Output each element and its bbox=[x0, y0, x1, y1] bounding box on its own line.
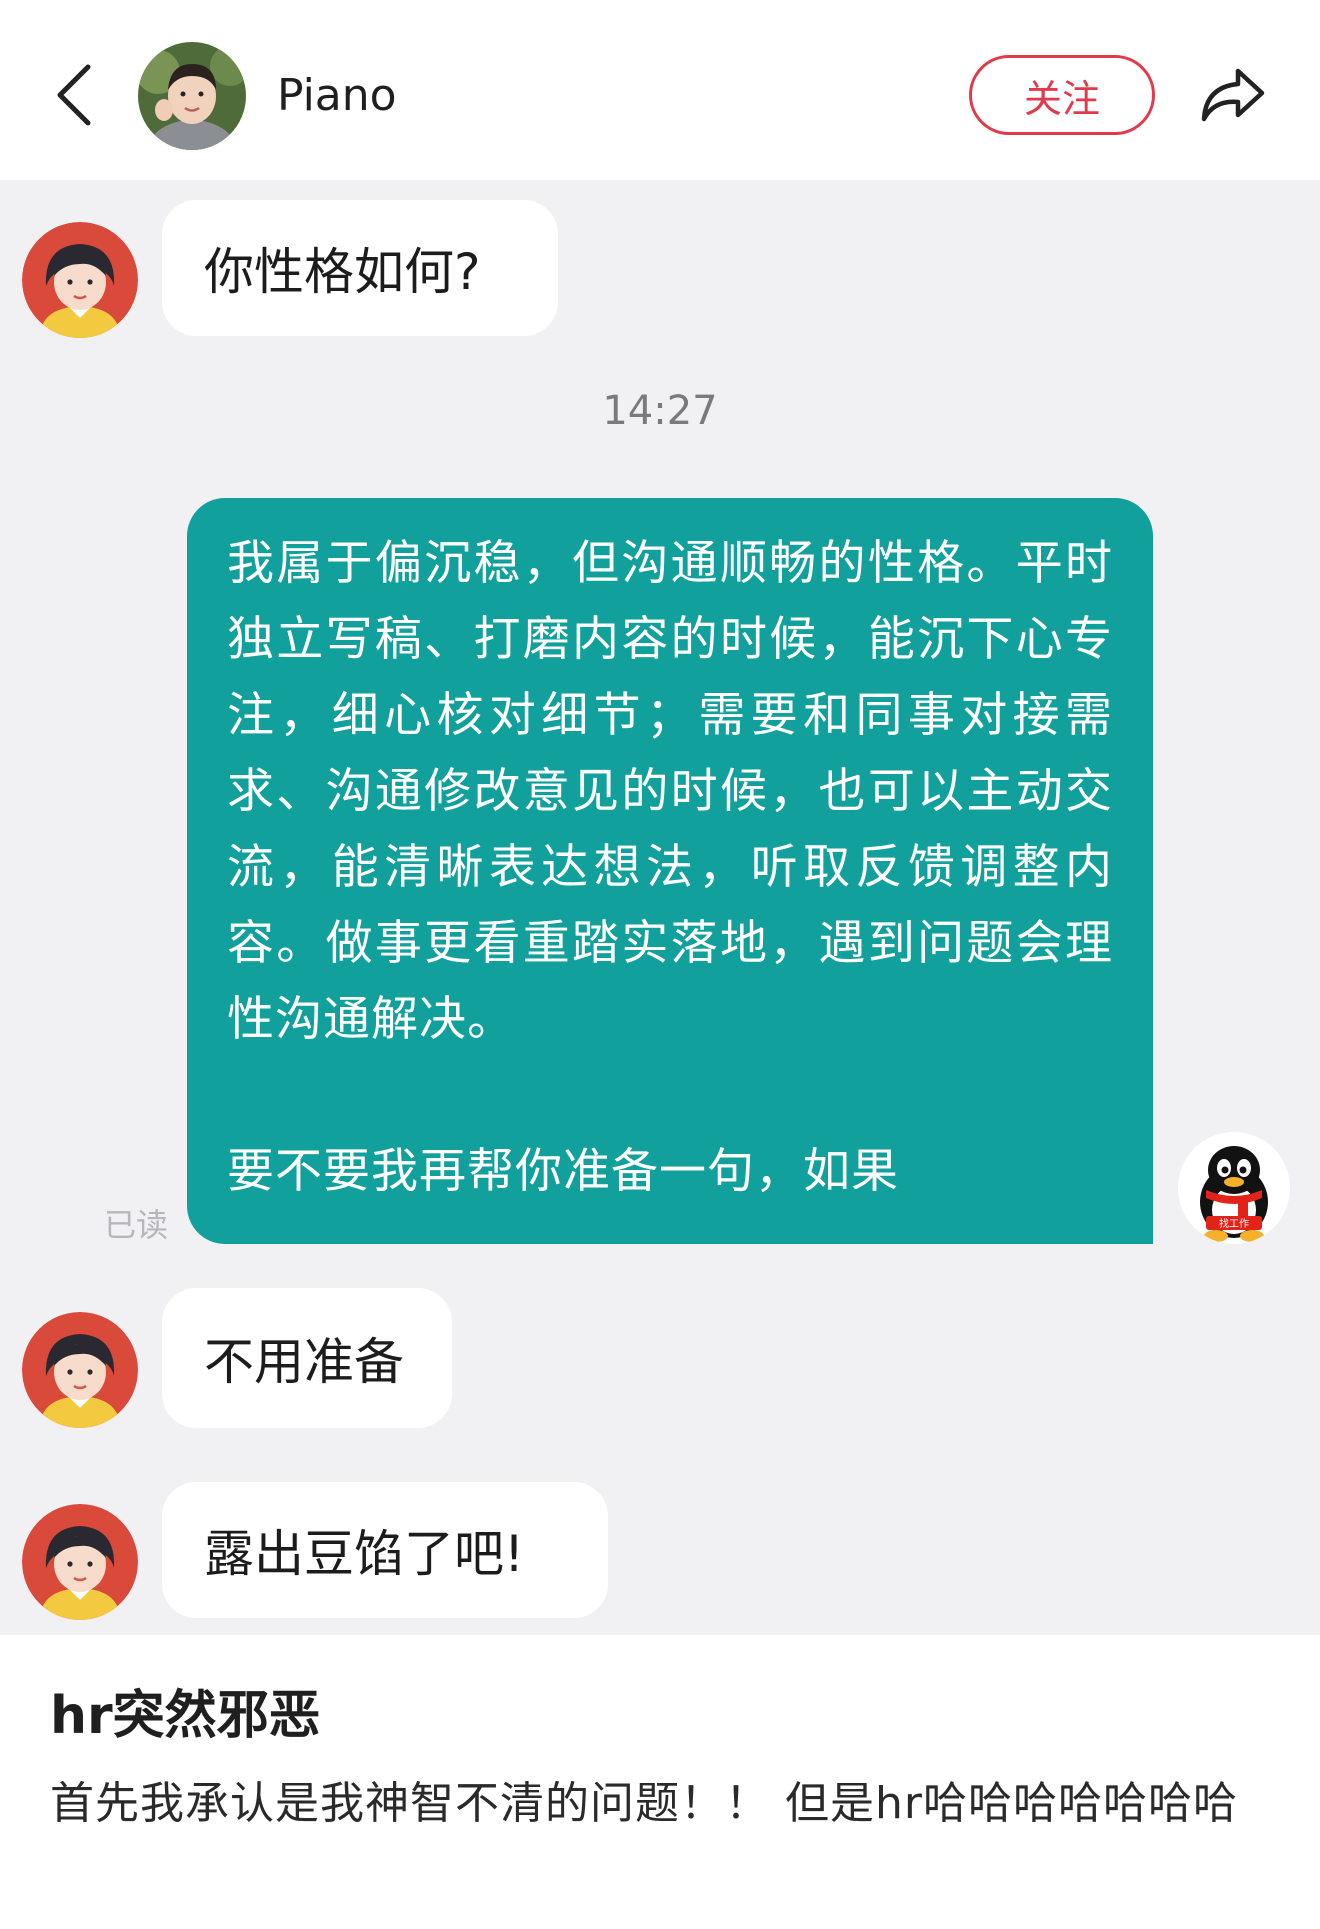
message-text: 露出豆馅了吧! bbox=[204, 1525, 525, 1583]
message-text: 你性格如何? bbox=[204, 243, 481, 301]
top-bar: Piano 关注 bbox=[0, 0, 1320, 180]
hr-avatar[interactable] bbox=[22, 222, 138, 338]
message-bubble-incoming[interactable]: 你性格如何? bbox=[162, 200, 558, 336]
avatar-badge-text: 找工作 bbox=[1219, 1217, 1249, 1230]
message-bubble-incoming[interactable]: 不用准备 bbox=[162, 1288, 452, 1428]
post-caption: hr突然邪恶 首先我承认是我神智不清的问题！！ 但是hr哈哈哈哈哈哈哈 bbox=[0, 1635, 1320, 1929]
post-body: 首先我承认是我神智不清的问题！！ 但是hr哈哈哈哈哈哈哈 bbox=[50, 1778, 1238, 1829]
back-button[interactable] bbox=[46, 60, 102, 130]
my-avatar[interactable]: 找工作 bbox=[1178, 1132, 1290, 1244]
profile-avatar[interactable] bbox=[138, 42, 246, 150]
hr-avatar[interactable] bbox=[22, 1312, 138, 1428]
chevron-left-icon bbox=[57, 64, 91, 126]
read-status: 已读 bbox=[104, 1206, 169, 1244]
chat-area[interactable]: 你性格如何? 14:27 我属于偏沉稳，但沟通顺畅的性格。平时独立写稿、打磨内容… bbox=[0, 180, 1320, 1635]
post-title: hr突然邪恶 bbox=[50, 1686, 321, 1746]
message-bubble-outgoing[interactable]: 我属于偏沉稳，但沟通顺畅的性格。平时独立写稿、打磨内容的时候，能沉下心专注，细心… bbox=[187, 498, 1153, 1244]
message-bubble-incoming[interactable]: 露出豆馅了吧! bbox=[162, 1482, 608, 1618]
hr-avatar[interactable] bbox=[22, 1504, 138, 1620]
follow-button[interactable]: 关注 bbox=[969, 55, 1155, 135]
message-paragraph: 要不要我再帮你准备一句，如果 bbox=[227, 1144, 899, 1199]
message-timestamp: 14:27 bbox=[602, 388, 718, 434]
message-text: 不用准备 bbox=[204, 1333, 404, 1391]
share-arrow-icon bbox=[1201, 68, 1265, 122]
profile-name[interactable]: Piano bbox=[277, 68, 397, 124]
share-button[interactable] bbox=[1196, 62, 1270, 128]
message-paragraph: 我属于偏沉稳，但沟通顺畅的性格。平时独立写稿、打磨内容的时候，能沉下心专注，细心… bbox=[227, 536, 1113, 1047]
